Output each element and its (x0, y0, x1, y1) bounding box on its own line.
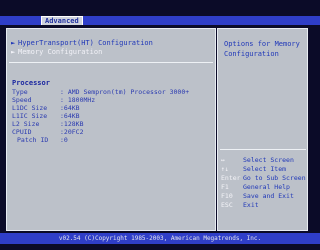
left-right-arrows-icon: ↔ (221, 156, 225, 164)
info-label: Type (12, 88, 28, 96)
info-value: : 1800MHz (60, 96, 96, 104)
info-value: :128KB (60, 120, 84, 128)
info-label: L1IC Size (12, 112, 48, 120)
submenu-arrow-icon: ► (11, 39, 16, 47)
bios-footer: v02.54 (C)Copyright 1985-2003, American … (0, 233, 320, 244)
menu-item-label: Memory Configuration (18, 48, 103, 56)
info-value: :0 (60, 136, 68, 144)
key-hint-label: General Help (243, 183, 290, 191)
info-value: :64KB (60, 104, 80, 112)
info-label: L1DC Size (12, 104, 48, 112)
key-name: ESC (221, 201, 233, 209)
info-label: L2 Size (12, 120, 40, 128)
processor-section-title: Processor (12, 79, 50, 87)
section-divider (9, 62, 213, 63)
main-settings-panel: ► HyperTransport(HT) Configuration ► Memor… (6, 28, 216, 231)
tab-advanced[interactable]: Advanced (41, 16, 83, 25)
key-name: F10 (221, 192, 233, 200)
key-name: F1 (221, 183, 229, 191)
info-value: :20FC2 (60, 128, 84, 136)
menu-item-label: HyperTransport(HT) Configuration (18, 39, 153, 47)
menu-item-hypertransport[interactable]: ► HyperTransport(HT) Configuration (11, 39, 153, 47)
bios-screen: Advanced ► HyperTransport(HT) Configurati… (0, 0, 320, 250)
menu-item-memory-configuration[interactable]: ► Memory Configuration (11, 48, 102, 56)
key-hint-label: Save and Exit (243, 192, 294, 200)
key-hint-label: Select Screen (243, 156, 294, 164)
key-hint-label: Go to Sub Screen (243, 174, 306, 182)
bios-menu-bar: Advanced (0, 16, 320, 25)
key-hint-label: Exit (243, 201, 259, 209)
help-description: Options for Memory Configuration (224, 40, 300, 58)
help-divider (220, 149, 306, 150)
key-hint-label: Select Item (243, 165, 287, 173)
info-value: :64KB (60, 112, 80, 120)
info-value: : AMD Sempron(tm) Processor 3000+ (60, 88, 190, 96)
help-panel: Options for Memory Configuration ↔ Selec… (217, 28, 308, 231)
info-label: Speed (12, 96, 32, 104)
copyright-text: v02.54 (C)Copyright 1985-2003, American … (58, 235, 262, 242)
submenu-arrow-icon: ► (11, 48, 16, 56)
up-down-arrows-icon: ↑↓ (221, 165, 229, 173)
info-label: CPUID (12, 128, 32, 136)
info-label: Patch ID (17, 136, 49, 144)
key-name: Enter (221, 174, 241, 182)
